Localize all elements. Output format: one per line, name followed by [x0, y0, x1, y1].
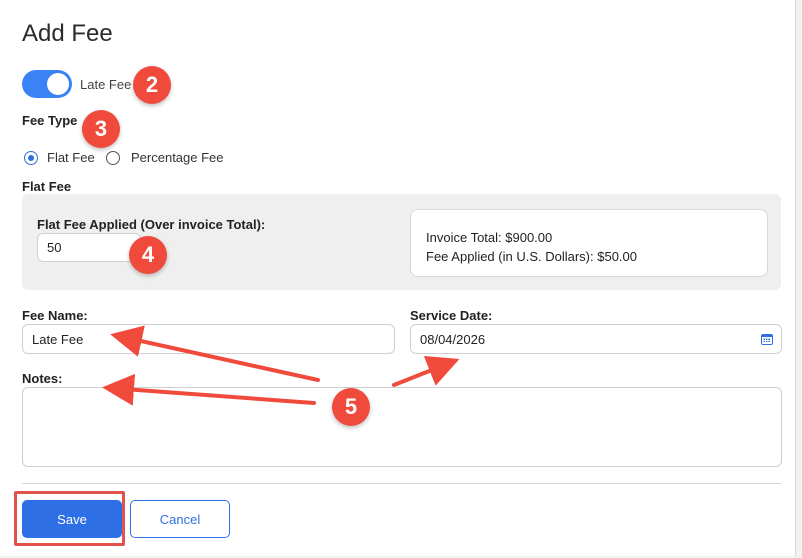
dialog-title: Add Fee [22, 20, 113, 47]
late-fee-toggle-label: Late Fee [80, 77, 132, 92]
annotation-badge-2: 2 [133, 66, 171, 104]
save-button[interactable]: Save [22, 500, 122, 538]
toggle-knob [47, 73, 69, 95]
flat-fee-applied-input[interactable]: 50 [37, 233, 141, 262]
fee-summary-box: Invoice Total: $900.00 Fee Applied (in U… [410, 209, 768, 277]
annotation-badge-4: 4 [129, 236, 167, 274]
service-date-label: Service Date: [410, 308, 493, 323]
calendar-icon[interactable] [761, 334, 773, 345]
annotation-badge-5: 5 [332, 388, 370, 426]
fee-name-input[interactable]: Late Fee [22, 324, 395, 354]
notes-textarea[interactable] [22, 387, 782, 467]
flat-fee-radio[interactable] [24, 151, 38, 165]
percentage-fee-radio[interactable] [106, 151, 120, 165]
fee-type-label: Fee Type [22, 113, 78, 128]
flat-fee-section-label: Flat Fee [22, 179, 72, 194]
notes-label: Notes: [22, 371, 63, 386]
fee-name-label: Fee Name: [22, 308, 88, 323]
flat-fee-radio-label[interactable]: Flat Fee [47, 150, 95, 165]
invoice-total-text: Invoice Total: $900.00 [426, 230, 553, 245]
service-date-input[interactable]: 08/04/2026 [410, 324, 782, 354]
footer-divider [22, 483, 781, 484]
percentage-fee-radio-label[interactable]: Percentage Fee [131, 150, 224, 165]
fee-applied-text: Fee Applied (in U.S. Dollars): $50.00 [426, 249, 637, 264]
flat-fee-applied-label: Flat Fee Applied (Over invoice Total): [37, 217, 266, 232]
add-fee-dialog: Add Fee Late Fee Fee Type Flat Fee Perce… [0, 0, 796, 556]
cancel-button[interactable]: Cancel [130, 500, 230, 538]
late-fee-toggle[interactable] [22, 70, 72, 98]
annotation-badge-3: 3 [82, 110, 120, 148]
service-date-value: 08/04/2026 [420, 331, 486, 347]
